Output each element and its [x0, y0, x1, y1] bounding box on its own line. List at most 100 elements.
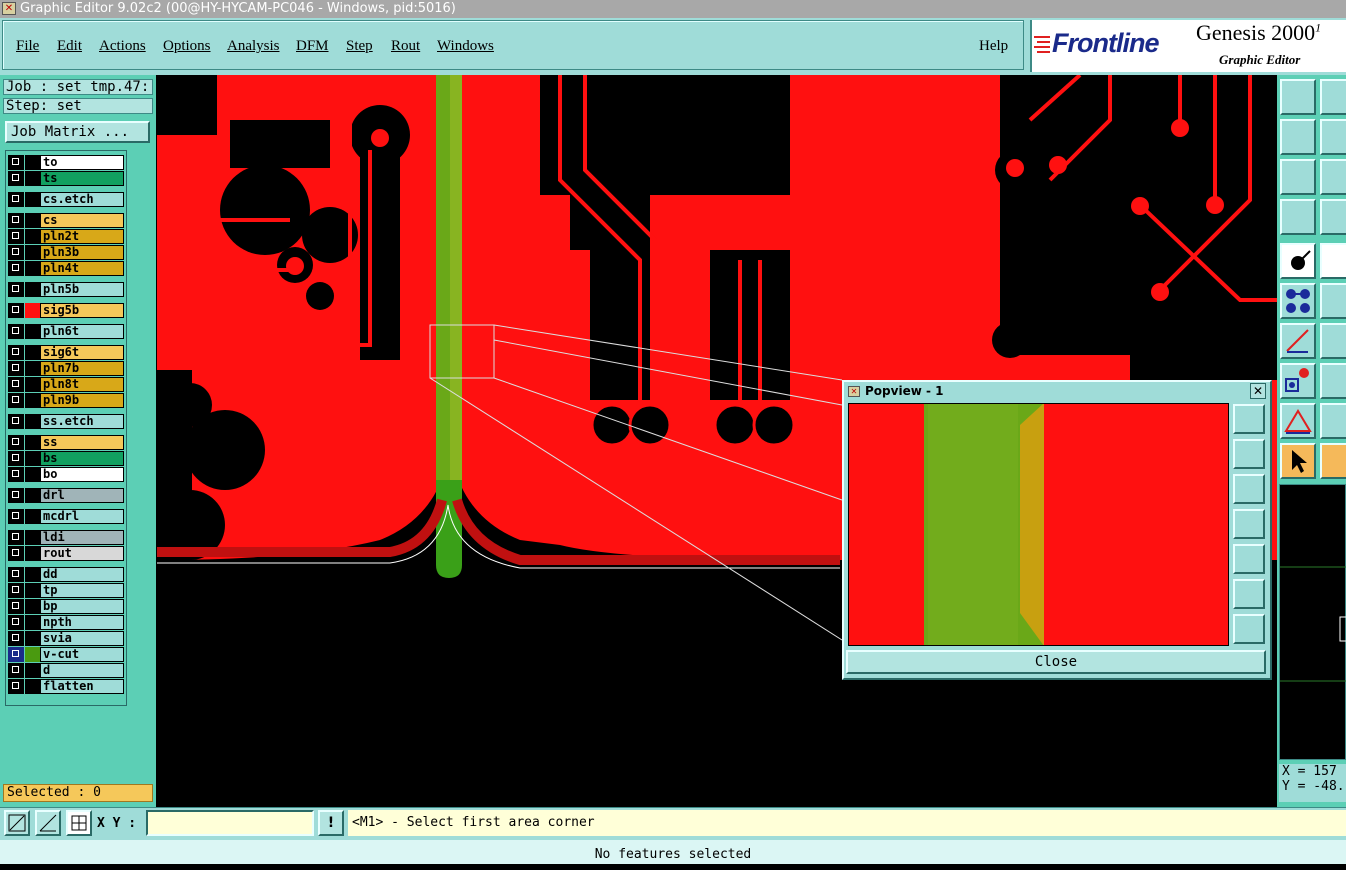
surface-tool-button[interactable] [1320, 403, 1346, 439]
layer-color-swatch[interactable] [25, 647, 40, 662]
layer-checkbox[interactable] [8, 155, 24, 170]
layer-name[interactable]: ss [40, 435, 124, 450]
layer-checkbox[interactable] [8, 377, 24, 392]
layer-checkbox[interactable] [8, 631, 24, 646]
menu-options[interactable]: Options [163, 38, 211, 55]
layer-name[interactable]: bo [40, 467, 124, 482]
layer-color-swatch[interactable] [25, 583, 40, 598]
layer-name[interactable]: bp [40, 599, 124, 614]
popview-zoom-fit-button[interactable] [1233, 579, 1265, 609]
layer-row-pln8t[interactable]: pln8t [8, 377, 124, 392]
angle-tool-button[interactable] [1320, 323, 1346, 359]
layer-checkbox[interactable] [8, 509, 24, 524]
layer-checkbox[interactable] [8, 345, 24, 360]
grid-button[interactable] [1320, 199, 1346, 235]
layer-name[interactable]: tp [40, 583, 124, 598]
select-area-button[interactable] [1320, 443, 1346, 479]
layer-name[interactable]: bs [40, 451, 124, 466]
layer-checkbox[interactable] [8, 192, 24, 207]
layer-color-swatch[interactable] [25, 345, 40, 360]
layer-checkbox[interactable] [8, 261, 24, 276]
layer-checkbox[interactable] [8, 229, 24, 244]
layer-name[interactable]: drl [40, 488, 124, 503]
zoom-home-button[interactable] [1280, 159, 1316, 195]
popview-pan-left-button[interactable] [1233, 509, 1265, 539]
measure-tool-button[interactable] [1280, 199, 1316, 235]
info-button[interactable]: ! [318, 810, 344, 836]
layer-checkbox[interactable] [8, 546, 24, 561]
select-tool-button[interactable] [1280, 443, 1316, 479]
layer-checkbox[interactable] [8, 647, 24, 662]
layer-name[interactable]: svia [40, 631, 124, 646]
layer-checkbox[interactable] [8, 245, 24, 260]
pad-tool-button[interactable] [1280, 363, 1316, 399]
layer-row-sig6t[interactable]: sig6t [8, 345, 124, 360]
layer-name[interactable]: ss.etch [40, 414, 124, 429]
layer-row-svia[interactable]: svia [8, 631, 124, 646]
menu-windows[interactable]: Windows [437, 38, 494, 55]
layer-color-swatch[interactable] [25, 324, 40, 339]
layer-name[interactable]: pln2t [40, 229, 124, 244]
popview-pan-right-button[interactable] [1233, 544, 1265, 574]
layer-color-swatch[interactable] [25, 488, 40, 503]
popview-zoom-button[interactable] [1233, 404, 1265, 434]
layer-row-tp[interactable]: tp [8, 583, 124, 598]
layer-name[interactable]: pln3b [40, 245, 124, 260]
layer-name[interactable]: to [40, 155, 124, 170]
layer-checkbox[interactable] [8, 530, 24, 545]
popview-title-bar[interactable]: ✕ Popview - 1 [844, 382, 1270, 400]
layer-checkbox[interactable] [8, 414, 24, 429]
layer-checkbox[interactable] [8, 213, 24, 228]
layer-row-npth[interactable]: npth [8, 615, 124, 630]
layer-color-swatch[interactable] [25, 261, 40, 276]
line-tool-button[interactable] [1280, 323, 1316, 359]
layer-name[interactable]: cs.etch [40, 192, 124, 207]
layer-name[interactable]: pln6t [40, 324, 124, 339]
menu-file[interactable]: File [16, 38, 39, 55]
layer-color-swatch[interactable] [25, 155, 40, 170]
layer-checkbox[interactable] [8, 488, 24, 503]
layer-color-swatch[interactable] [25, 229, 40, 244]
snap-grid-button[interactable] [66, 810, 92, 836]
layer-row-sig5b[interactable]: sig5b [8, 303, 124, 318]
layer-checkbox[interactable] [8, 324, 24, 339]
layer-name[interactable]: ldi [40, 530, 124, 545]
layer-name[interactable]: ts [40, 171, 124, 186]
layer-name[interactable]: v-cut [40, 647, 124, 662]
layer-color-swatch[interactable] [25, 599, 40, 614]
layer-row-d[interactable]: d [8, 663, 124, 678]
pan-left-button[interactable] [1280, 119, 1316, 155]
layer-name[interactable]: sig6t [40, 345, 124, 360]
menu-actions[interactable]: Actions [99, 38, 146, 55]
layer-checkbox[interactable] [8, 303, 24, 318]
connect-nodes-button[interactable] [1280, 283, 1316, 319]
layer-row-ss.etch[interactable]: ss.etch [8, 414, 124, 429]
layer-row-ss[interactable]: ss [8, 435, 124, 450]
measure-button[interactable] [35, 810, 61, 836]
popview-pan-up-button[interactable] [1233, 439, 1265, 469]
popview-canvas[interactable] [848, 403, 1229, 646]
layer-color-swatch[interactable] [25, 282, 40, 297]
layer-row-drl[interactable]: drl [8, 488, 124, 503]
layer-color-swatch[interactable] [25, 615, 40, 630]
polygon-tool-button[interactable] [1280, 403, 1316, 439]
layer-checkbox[interactable] [8, 435, 24, 450]
pan-down-button[interactable] [1320, 79, 1346, 115]
layer-color-swatch[interactable] [25, 631, 40, 646]
layer-checkbox[interactable] [8, 361, 24, 376]
layer-row-mcdrl[interactable]: mcdrl [8, 509, 124, 524]
layer-checkbox[interactable] [8, 451, 24, 466]
layer-color-swatch[interactable] [25, 361, 40, 376]
layer-name[interactable]: sig5b [40, 303, 124, 318]
segment-tool-button[interactable] [1320, 363, 1346, 399]
snap-line-button[interactable] [1320, 243, 1346, 279]
layer-name[interactable]: npth [40, 615, 124, 630]
layer-color-swatch[interactable] [25, 245, 40, 260]
layer-checkbox[interactable] [8, 282, 24, 297]
zoom-window-button[interactable] [4, 810, 30, 836]
pan-up-button[interactable] [1280, 79, 1316, 115]
layer-row-cs.etch[interactable]: cs.etch [8, 192, 124, 207]
layer-row-pln5b[interactable]: pln5b [8, 282, 124, 297]
layer-row-pln2t[interactable]: pln2t [8, 229, 124, 244]
layer-color-swatch[interactable] [25, 377, 40, 392]
